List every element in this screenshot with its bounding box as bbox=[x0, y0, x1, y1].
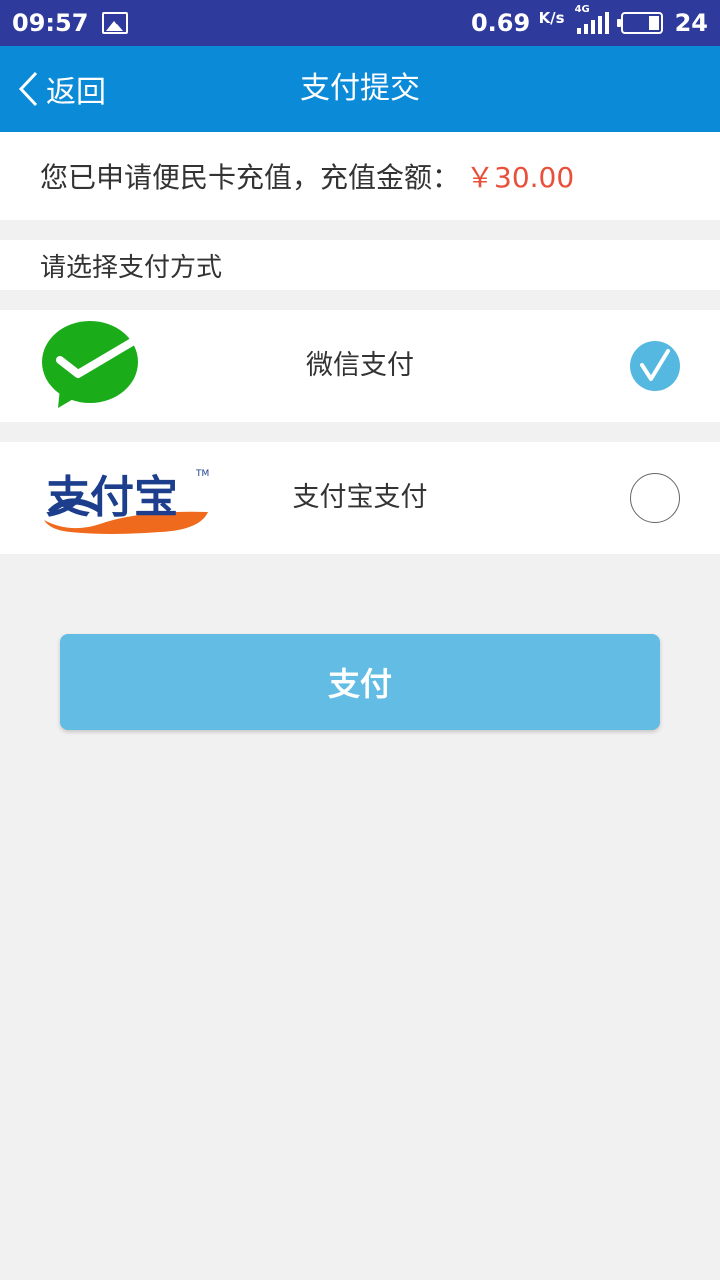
checkmark-icon bbox=[640, 349, 670, 381]
nav-bar: 返回 支付提交 bbox=[0, 46, 720, 132]
page-title: 支付提交 bbox=[300, 71, 420, 106]
wechat-logo-icon bbox=[42, 321, 138, 408]
payment-method-label: 请选择支付方式 bbox=[40, 252, 223, 283]
pay-button[interactable]: 支付 bbox=[60, 634, 660, 730]
back-label: 返回 bbox=[46, 75, 106, 110]
status-time: 09:57 bbox=[12, 9, 89, 37]
status-bar: 09:57 0.69 K/s 4G 24 bbox=[0, 0, 720, 46]
recharge-info: 您已申请便民卡充值，充值金额： ￥30.00 bbox=[0, 132, 720, 220]
alipay-trademark: TM bbox=[195, 469, 209, 479]
alipay-logo-icon: 支付宝 TM bbox=[44, 469, 209, 534]
payment-method-heading: 请选择支付方式 bbox=[0, 240, 720, 290]
network-type: 4G bbox=[574, 4, 590, 15]
battery-icon bbox=[616, 12, 663, 34]
payment-option-wechat[interactable]: 微信支付 bbox=[0, 310, 720, 422]
signal-icon: 4G bbox=[575, 4, 609, 34]
wechat-radio[interactable] bbox=[630, 341, 680, 391]
alipay-logo-text: 支付宝 bbox=[46, 472, 178, 523]
network-speed: 0.69 K/s bbox=[470, 9, 565, 37]
battery-level: 24 bbox=[674, 9, 708, 37]
chevron-left-icon bbox=[18, 71, 38, 107]
alipay-radio[interactable] bbox=[630, 473, 680, 523]
recharge-amount: ￥30.00 bbox=[466, 161, 575, 194]
speed-unit: K/s bbox=[538, 9, 565, 27]
recharge-text: 您已申请便民卡充值，充值金额： bbox=[40, 161, 461, 194]
image-icon bbox=[102, 12, 129, 34]
back-button[interactable]: 返回 bbox=[18, 46, 106, 132]
payment-option-alipay[interactable]: 支付宝 TM 支付宝支付 bbox=[0, 442, 720, 554]
